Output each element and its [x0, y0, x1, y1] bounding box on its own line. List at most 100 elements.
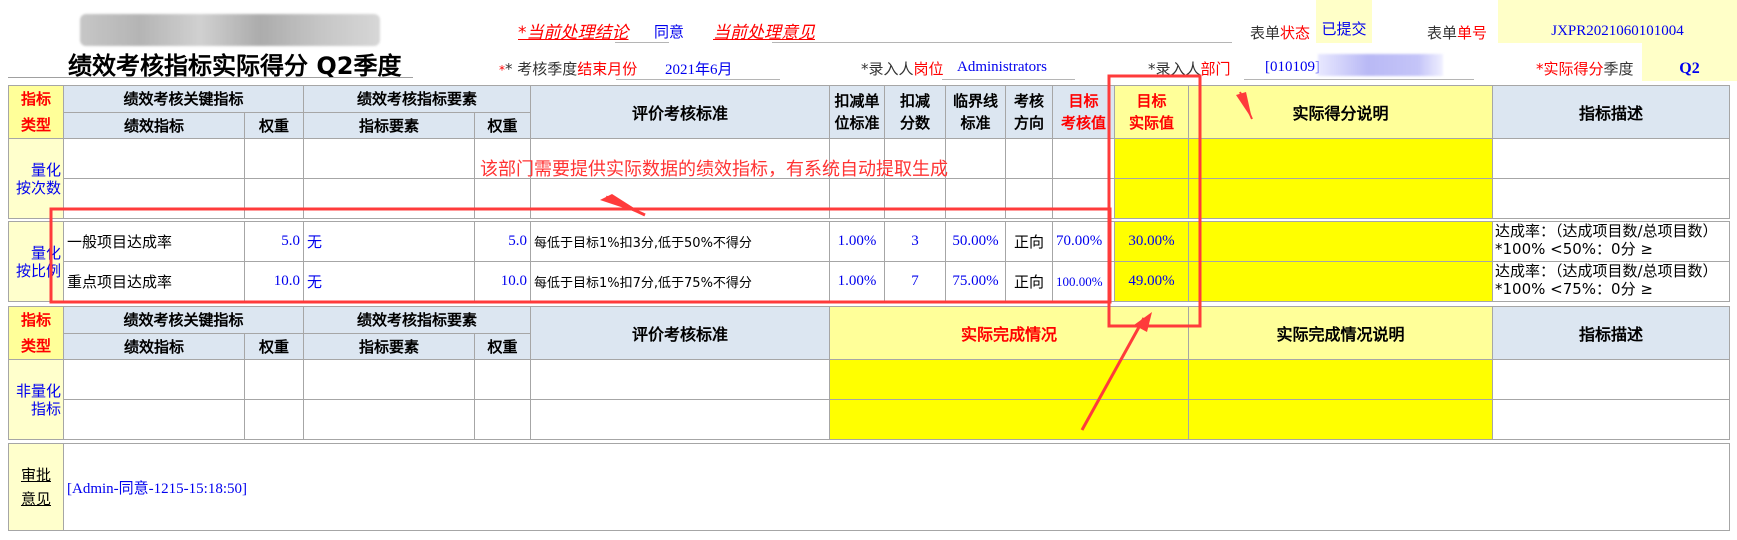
completion-note-input[interactable]: [1188, 359, 1494, 400]
criteria-header: 评价考核标准: [530, 85, 831, 139]
conclusion-label: *当前处理结论: [518, 23, 629, 43]
type-label-nonquant: 非量化 指标: [8, 359, 64, 440]
status-value: 已提交: [1316, 0, 1372, 43]
indicator-element-group-header: 绩效考核指标要素: [303, 306, 532, 334]
deduct-unit-cell[interactable]: [829, 178, 886, 219]
redacted-company-name: [80, 14, 380, 46]
completion-input[interactable]: [829, 399, 1190, 440]
indicator-header: 绩效指标: [63, 111, 245, 139]
department-field-line: [1244, 79, 1474, 80]
element-header: 指标要素: [303, 332, 476, 360]
target-cell[interactable]: [1052, 138, 1116, 179]
indicator-cell[interactable]: [63, 138, 245, 179]
indicator-cell: 一般项目达成率: [63, 221, 245, 262]
department-value[interactable]: [010109]: [1265, 59, 1320, 76]
criteria-cell[interactable]: [530, 178, 831, 219]
element-weight-cell[interactable]: [474, 399, 532, 440]
table-row: 量化 按比例 一般项目达成率 5.0 无 5.0 每低于目标1%扣3分,低于50%…: [8, 221, 1730, 302]
weight-cell[interactable]: [243, 399, 305, 440]
element-cell[interactable]: [303, 138, 476, 179]
indicator-cell[interactable]: [63, 178, 245, 219]
indicator-cell[interactable]: [63, 399, 245, 440]
score-note-input[interactable]: [1188, 221, 1493, 262]
description-cell: 达成率：（达成项目数/总项目数）*100% <50%：0分 ≥: [1492, 221, 1730, 262]
indicator-header: 绩效指标: [63, 332, 245, 360]
opinion-input[interactable]: [772, 42, 1232, 43]
approval-entries: [Admin-同意-1215-15:18:50]: [63, 443, 1730, 531]
target-cell[interactable]: [1052, 178, 1116, 219]
position-label: *录入人岗位: [861, 60, 944, 78]
type-header: 指标 类型: [8, 85, 64, 139]
description-cell: [1492, 138, 1731, 179]
element-weight-cell[interactable]: [474, 359, 532, 400]
annotation-text: 该部门需要提供实际数据的绩效指标，有系统自动提取生成: [480, 159, 948, 180]
conclusion-value[interactable]: 同意: [654, 21, 684, 42]
department-label: *录入人部门: [1148, 60, 1231, 78]
element-header: 指标要素: [303, 111, 476, 139]
actual-value-input[interactable]: 30.00%: [1114, 221, 1189, 262]
redacted-department-name: [1318, 54, 1443, 76]
nonquantitative-indicator-table: 指标 类型 绩效考核关键指标 绩效考核指标要素 评价考核标准 实际完成情况 实际完…: [8, 306, 1731, 440]
description-cell: 达成率：（达成项目数/总项目数）*100% <75%：0分 ≥: [1492, 261, 1730, 302]
target-value-header: 目标 考核值: [1052, 85, 1116, 139]
table-row: 非量化 指标: [8, 359, 1731, 440]
completion-note-input[interactable]: [1188, 399, 1494, 440]
score-note-input[interactable]: [1188, 178, 1494, 219]
criteria-cell[interactable]: [530, 359, 831, 400]
element-cell[interactable]: [303, 399, 476, 440]
description-cell: [1492, 178, 1731, 219]
description-header: 指标描述: [1492, 306, 1731, 360]
indicator-cell[interactable]: [63, 359, 245, 400]
weight-cell[interactable]: [243, 178, 305, 219]
element-cell[interactable]: [303, 178, 476, 219]
actual-value-input[interactable]: [1114, 178, 1190, 219]
key-indicator-group-header: 绩效考核关键指标: [62, 306, 305, 334]
approval-table: 审批 意见 [Admin-同意-1215-15:18:50]: [8, 443, 1730, 531]
threshold-cell[interactable]: [945, 138, 1007, 179]
end-month-label: ** 考核季度结束月份: [499, 60, 638, 78]
conclusion-field-line: [615, 42, 669, 43]
direction-cell: 正向: [1005, 261, 1053, 302]
actual-value-input[interactable]: [1114, 138, 1190, 179]
deduct-score-cell: 7: [884, 261, 946, 302]
threshold-cell[interactable]: [945, 178, 1007, 219]
criteria-cell: 每低于目标1%扣3分,低于50%不得分: [530, 221, 830, 262]
direction-cell: 正向: [1005, 221, 1053, 262]
direction-cell[interactable]: [1005, 138, 1054, 179]
type-label-by-ratio: 量化 按比例: [8, 221, 64, 302]
description-cell: [1492, 359, 1731, 400]
end-month-value[interactable]: 2021年6月: [665, 58, 733, 79]
element-weight-cell[interactable]: [474, 178, 532, 219]
threshold-cell: 75.00%: [945, 261, 1006, 302]
position-value[interactable]: Administrators: [957, 59, 1047, 76]
criteria-header: 评价考核标准: [530, 306, 831, 360]
element-cell[interactable]: [303, 359, 476, 400]
score-note-header: 实际得分说明: [1188, 85, 1494, 139]
criteria-cell[interactable]: [530, 399, 831, 440]
completion-input[interactable]: [829, 359, 1190, 400]
criteria-cell: 每低于目标1%扣7分,低于75%不得分: [530, 261, 830, 302]
element-cell: 无: [303, 221, 475, 262]
title-divider: [8, 77, 413, 78]
weight-cell[interactable]: [243, 138, 305, 179]
actual-value-input[interactable]: 49.00%: [1114, 261, 1189, 302]
type-label-by-count: 量化 按次数: [8, 138, 64, 219]
quantitative-ratio-table: 量化 按比例 一般项目达成率 5.0 无 5.0 每低于目标1%扣3分,低于50%…: [8, 221, 1730, 302]
direction-cell[interactable]: [1005, 178, 1054, 219]
indicator-element-group-header: 绩效考核指标要素: [303, 85, 532, 113]
score-quarter-value: Q2: [1642, 43, 1737, 81]
score-note-input[interactable]: [1188, 138, 1494, 179]
score-note-input[interactable]: [1188, 261, 1493, 302]
form-number-value: JXPR2021060101004: [1498, 0, 1737, 43]
target-cell: 70.00%: [1052, 221, 1115, 262]
end-month-field-line: [616, 79, 780, 80]
key-indicator-group-header: 绩效考核关键指标: [62, 85, 305, 113]
weight-cell[interactable]: [243, 359, 305, 400]
table-row: 重点项目达成率 10.0 无 10.0 每低于目标1%扣7分,低于75%不得分 …: [9, 261, 1730, 302]
indicator-cell: 重点项目达成率: [63, 261, 245, 302]
deduct-score-cell[interactable]: [884, 178, 947, 219]
deduct-unit-cell: 1.00%: [829, 221, 885, 262]
element-weight-header: 权重: [474, 332, 532, 360]
deduct-score-header: 扣减 分数: [884, 85, 947, 139]
deduct-unit-cell: 1.00%: [829, 261, 885, 302]
